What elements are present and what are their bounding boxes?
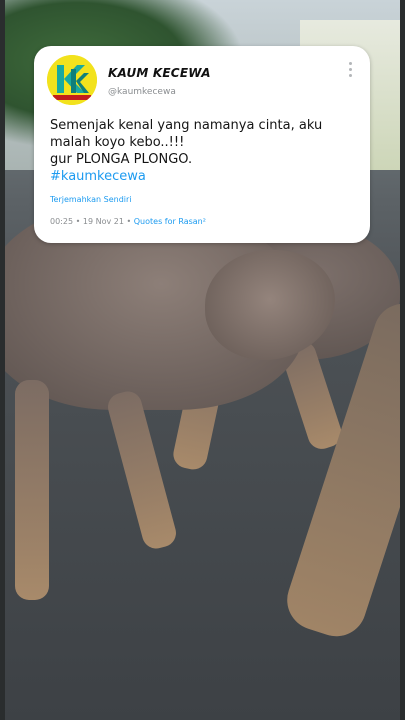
buffalo-leg [15, 380, 49, 600]
translate-link[interactable]: Terjemahkan Sendiri [50, 195, 132, 204]
tweet-text-line: Semenjak kenal yang namanya cinta, aku [50, 118, 323, 133]
tweet-text-line: gur PLONGA PLONGO. [50, 152, 193, 167]
more-vertical-icon[interactable] [346, 62, 354, 80]
avatar[interactable] [47, 55, 97, 105]
meta-separator: • [126, 217, 132, 226]
meta-separator: • [75, 217, 81, 226]
tweet-text-line: malah koyo kebo..!!! [50, 135, 185, 150]
tweet-date: 19 Nov 21 [82, 217, 124, 226]
hashtag-link[interactable]: #kaumkecewa [50, 168, 355, 185]
kaum-kecewa-logo-icon [47, 55, 97, 105]
display-name[interactable]: KAUM KECEWA [108, 66, 211, 80]
tweet-card: KAUM KECEWA @kaumkecewa Semenjak kenal y… [34, 46, 370, 243]
tweet-meta: 00:25 • 19 Nov 21 • Quotes for Rasan² [50, 217, 206, 226]
right-letterbox [400, 0, 405, 720]
tweet-time: 00:25 [50, 217, 74, 226]
tweet-text: Semenjak kenal yang namanya cinta, aku m… [50, 117, 355, 185]
user-handle[interactable]: @kaumkecewa [108, 87, 176, 97]
tweet-source-link[interactable]: Quotes for Rasan² [134, 217, 206, 226]
